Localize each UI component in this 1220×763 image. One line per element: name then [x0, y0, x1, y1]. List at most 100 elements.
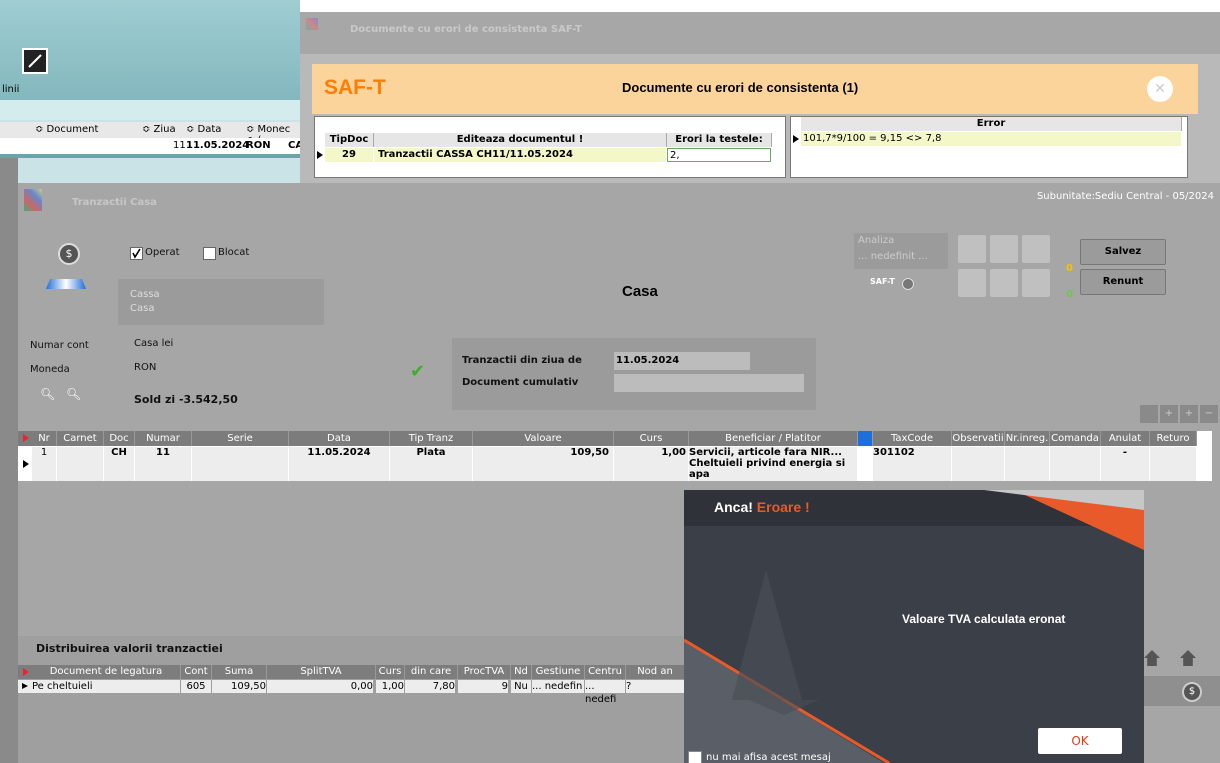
col-nr[interactable]: Nr [32, 431, 57, 446]
cell-returo[interactable] [1150, 447, 1196, 481]
folder-icon[interactable] [1022, 269, 1050, 297]
distribution-panel: Distribuirea valorii tranzactiei Documen… [18, 636, 688, 763]
print-icon[interactable] [958, 269, 986, 297]
lightbulb-icon[interactable] [990, 235, 1018, 263]
col-suma[interactable]: Suma [212, 665, 267, 679]
col-nd[interactable]: Nd [511, 665, 532, 679]
col-editeaza[interactable]: Editeaza documentul ! [374, 133, 667, 147]
col-error[interactable]: Error [801, 117, 1182, 131]
moneda-value[interactable]: RON [134, 362, 156, 373]
cell-data[interactable]: 11.05.2024 [289, 447, 389, 481]
col-beneficiar[interactable]: Beneficiar / Platitor [689, 431, 858, 446]
col-din-care-tva[interactable]: din care TVA [405, 665, 458, 691]
tranzactii-date-input[interactable]: 11.05.2024 [614, 352, 750, 370]
expand-icon[interactable] [858, 431, 873, 446]
dist-cell-centru[interactable]: ... nedefi [585, 680, 625, 705]
plus-icon[interactable]: + [1160, 405, 1178, 423]
cell-nr[interactable]: 1 [32, 447, 56, 481]
blocat-checkbox[interactable] [203, 247, 216, 260]
cell-carnet[interactable] [57, 447, 103, 481]
cell-anulat[interactable]: - [1101, 447, 1149, 481]
operat-checkbox[interactable] [130, 247, 143, 260]
cell-tip-tranz[interactable]: Plata [390, 447, 472, 481]
col-carnet[interactable]: Carnet [57, 431, 104, 446]
subunit-label: Subunitate:Sediu Central - 05/2024 [1036, 191, 1214, 202]
cell-beneficiar[interactable]: Servicii, articole fara NIR... Cheltuiel… [689, 447, 857, 481]
col-anulat[interactable]: Anulat [1101, 431, 1150, 446]
dist-cell-tva[interactable]: 7,80 [405, 680, 455, 693]
numar-cont-value[interactable]: Casa lei [134, 338, 173, 349]
dont-show-checkbox[interactable] [688, 751, 702, 763]
col-gestiune[interactable]: Gestiune [532, 665, 585, 679]
col-doc[interactable]: Doc [104, 431, 135, 446]
col-proctva[interactable]: ProcTVA [458, 665, 511, 679]
col-tipdoc[interactable]: TipDoc [325, 133, 374, 147]
col-data[interactable]: ≎ Data [186, 124, 221, 135]
col-document-legatura[interactable]: Document de legatura [32, 665, 181, 679]
col-curs[interactable]: Curs [376, 665, 405, 679]
save-button[interactable]: Salvez [1080, 239, 1166, 265]
refresh-icon[interactable] [1022, 235, 1050, 263]
col-document[interactable]: ≎ Document [35, 124, 98, 135]
col-valoare[interactable]: Valoare [473, 431, 614, 446]
dist-cell-proctva[interactable]: 9 [458, 680, 508, 693]
col-nr-inreg[interactable]: Nr.inreg. [1005, 431, 1050, 446]
dist-cell-splittva[interactable]: 0,00 [267, 680, 373, 693]
col-comanda[interactable]: Comanda [1050, 431, 1101, 446]
col-cont[interactable]: Cont [181, 665, 212, 679]
col-returo[interactable]: Returo [1150, 431, 1197, 446]
copy-icon[interactable] [990, 269, 1018, 297]
bank-icon[interactable] [1140, 405, 1158, 423]
dist-cell-document[interactable]: Pe cheltuieli [32, 680, 180, 693]
cell-nr-inreg[interactable] [1005, 447, 1049, 481]
cell-numar[interactable]: 11 [135, 447, 191, 481]
dist-cell-cont[interactable]: 605 [181, 680, 211, 693]
plus-icon[interactable]: + [1180, 405, 1198, 423]
cell-taxcode[interactable]: 301102 [873, 447, 951, 481]
saft-error-text[interactable]: 101,7*9/100 = 9,15 <> 7,8 [801, 132, 1181, 146]
col-centru[interactable]: Centru [585, 665, 626, 679]
cell-curs[interactable]: 1,00 [614, 447, 688, 481]
grid-corner-icon [18, 431, 32, 446]
cancel-button[interactable]: Renunt [1080, 269, 1166, 295]
cell-comanda[interactable] [1050, 447, 1100, 481]
doc-cumulativ-input[interactable] [614, 374, 804, 392]
cash-type-box[interactable]: Cassa Casa [118, 279, 324, 325]
cell-valoare[interactable]: 109,50 [473, 447, 613, 481]
saft-row-erori[interactable]: 2, [667, 148, 771, 162]
col-erori[interactable]: Erori la testele: [667, 133, 772, 147]
info-icon[interactable] [902, 278, 914, 290]
col-serie[interactable]: Serie [192, 431, 289, 446]
col-ziua[interactable]: ≎ Ziua [142, 124, 176, 135]
col-curs[interactable]: Curs [614, 431, 689, 446]
col-nod-an[interactable]: Nod an [626, 665, 685, 679]
analiza-box[interactable]: Analiza ... nedefinit ... [854, 233, 948, 269]
search-icon[interactable]: 🔍︎ [40, 387, 55, 401]
col-taxcode[interactable]: TaxCode [873, 431, 952, 446]
background-grid-row[interactable]: 11 11.05.2024 RON CA [0, 138, 303, 154]
cell-serie[interactable] [192, 447, 288, 481]
col-observatii[interactable]: Observatii [952, 431, 1005, 446]
close-icon[interactable]: ✕ [1147, 76, 1173, 102]
saft-row-tipdoc[interactable]: 29 [325, 148, 373, 162]
minus-icon[interactable]: − [1200, 405, 1218, 423]
col-numar[interactable]: Numar [135, 431, 192, 446]
col-tip-tranz[interactable]: Tip Tranz [390, 431, 473, 446]
edit-icon[interactable] [22, 48, 48, 74]
cell-observatii[interactable] [952, 447, 1004, 481]
col-splittva[interactable]: SplitTVA [267, 665, 376, 679]
document-icon[interactable] [958, 235, 986, 263]
dist-cell-curs[interactable]: 1,00 [376, 680, 404, 693]
cell-doc[interactable]: CH [104, 447, 134, 481]
search-advanced-icon[interactable]: 🔍︎ [66, 387, 81, 401]
dist-cell-gestiune[interactable]: ... nedefin [532, 680, 584, 693]
currency-icon[interactable]: $ [58, 243, 80, 265]
col-data[interactable]: Data [289, 431, 390, 446]
currency-icon[interactable]: $ [1182, 682, 1202, 702]
dist-cell-nd[interactable]: Nu [511, 680, 531, 693]
saft-row-document[interactable]: Tranzactii CASSA CH11/11.05.2024 [374, 148, 666, 162]
dist-cell-suma[interactable]: 109,50 [212, 680, 266, 693]
background-divider [0, 154, 300, 158]
dist-cell-nod[interactable]: ? [626, 680, 684, 693]
ok-button[interactable]: OK [1038, 728, 1122, 754]
